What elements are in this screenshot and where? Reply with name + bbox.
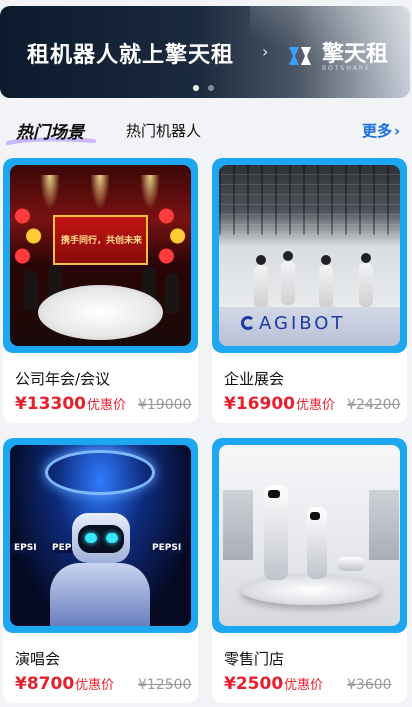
stage-screen-text: 携手同行，共创未来 xyxy=(61,236,143,246)
banner-brand-en: BOTSHARE xyxy=(322,65,371,72)
botshare-logo-icon xyxy=(289,47,311,65)
display-pedestal xyxy=(241,575,381,605)
card-title: 零售门店 xyxy=(224,650,285,668)
card-image-frame: EPSI PEPSI PEPSI xyxy=(3,438,198,633)
card-title: 公司年会/会议 xyxy=(15,370,111,388)
humanoid-robot xyxy=(307,507,327,579)
discount-tag: 优惠价 xyxy=(86,398,126,413)
robot-figure xyxy=(254,255,268,309)
robot-face xyxy=(310,512,320,520)
storefront xyxy=(223,490,253,560)
scene-card-gala[interactable]: 携手同行，共创未来 公司年会/会议 ¥13300 优惠价 ¥19000 xyxy=(3,158,198,423)
robot-figure xyxy=(319,255,333,309)
agibot-logo-icon xyxy=(241,316,255,330)
ceiling-truss xyxy=(219,165,400,235)
price-row: ¥8700 优惠价 xyxy=(15,674,114,694)
promo-banner[interactable]: 租机器人就上擎天租 › 擎天租 BOTSHARE xyxy=(0,6,410,98)
stage-light-ring xyxy=(45,450,155,495)
original-price: ¥12500 xyxy=(138,677,192,693)
robot-face xyxy=(268,490,280,498)
carousel-dot[interactable] xyxy=(208,85,214,91)
price-row: ¥13300 优惠价 xyxy=(15,394,126,414)
scene-card-concert[interactable]: EPSI PEPSI PEPSI 演唱会 ¥8700 优惠价 ¥12500 xyxy=(3,438,198,703)
stage-light xyxy=(90,175,110,210)
robot-body xyxy=(50,563,150,626)
balloon-decor xyxy=(158,200,186,280)
stage-sign: PEPSI xyxy=(150,543,184,553)
more-link[interactable]: 更多 › xyxy=(362,120,400,141)
carousel-dots xyxy=(193,85,214,91)
card-title: 演唱会 xyxy=(15,650,61,668)
tab-hot-robots[interactable]: 热门机器人 xyxy=(126,120,201,141)
banner-arrow-icon: › xyxy=(262,42,269,61)
discount-price: ¥16900 xyxy=(224,394,295,414)
stage-screen: 携手同行，共创未来 xyxy=(53,215,148,265)
scene-card-retail[interactable]: 零售门店 ¥2500 优惠价 ¥3600 xyxy=(212,438,407,703)
original-price: ¥19000 xyxy=(138,397,192,413)
carousel-dot-active[interactable] xyxy=(193,85,199,91)
card-title: 企业展会 xyxy=(224,370,285,388)
expo-booth-image: AGIBOT xyxy=(219,165,400,346)
card-image-frame: AGIBOT xyxy=(212,158,407,353)
discount-tag: 优惠价 xyxy=(284,678,324,693)
banner-slogan: 租机器人就上擎天租 xyxy=(27,43,235,68)
banquet-table xyxy=(38,285,163,340)
price-row: ¥2500 优惠价 xyxy=(224,674,323,694)
chevron-right-icon: › xyxy=(394,122,401,140)
discount-tag: 优惠价 xyxy=(75,678,115,693)
price-row: ¥16900 优惠价 xyxy=(224,394,335,414)
retail-mall-image xyxy=(219,445,400,626)
guest-silhouette xyxy=(165,273,179,313)
stage-light xyxy=(40,175,60,210)
card-image-frame: 携手同行，共创未来 xyxy=(3,158,198,353)
banner-brand-name: 擎天租 xyxy=(322,42,389,67)
original-price: ¥24200 xyxy=(347,397,401,413)
discount-price: ¥8700 xyxy=(15,674,75,694)
robot-eye xyxy=(85,533,97,543)
discount-tag: 优惠价 xyxy=(295,398,335,413)
storefront xyxy=(369,490,399,560)
robot-dog xyxy=(337,557,365,571)
discount-price: ¥2500 xyxy=(224,674,284,694)
original-price: ¥3600 xyxy=(347,677,392,693)
robot-figure xyxy=(281,251,295,305)
balloon-decor xyxy=(14,200,42,280)
scene-tabs: 热门场景 热门机器人 更多 › xyxy=(0,106,412,146)
robot-eye xyxy=(106,533,118,543)
robot-figure xyxy=(359,253,373,307)
card-image-frame xyxy=(212,438,407,633)
stage-sign: EPSI xyxy=(12,543,39,553)
humanoid-robot xyxy=(264,485,288,580)
more-label: 更多 xyxy=(362,122,393,140)
gala-dinner-image: 携手同行，共创未来 xyxy=(10,165,191,346)
tab-hot-scenes[interactable]: 热门场景 xyxy=(16,118,84,143)
concert-robot-image: EPSI PEPSI PEPSI xyxy=(10,445,191,626)
scene-card-expo[interactable]: AGIBOT 企业展会 ¥16900 优惠价 ¥24200 xyxy=(212,158,407,423)
guest-silhouette xyxy=(24,270,38,310)
stage-light xyxy=(140,175,160,210)
booth-brand-text: AGIBOT xyxy=(259,313,346,334)
discount-price: ¥13300 xyxy=(15,394,86,414)
